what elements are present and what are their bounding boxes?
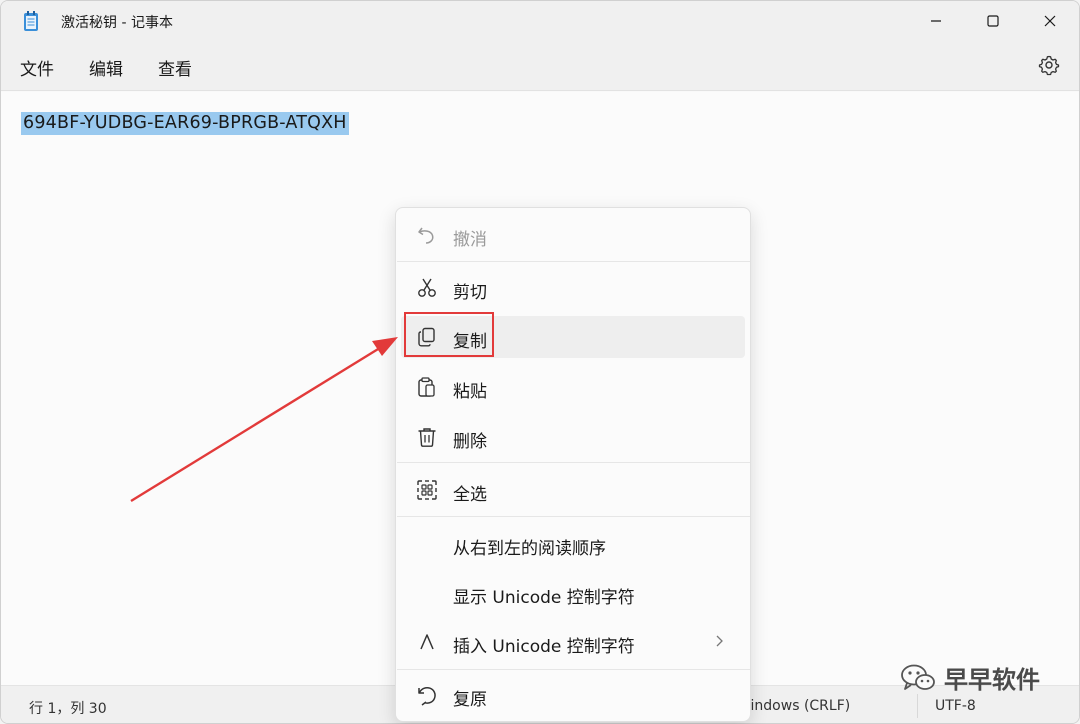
- scissors-icon: [418, 278, 436, 297]
- menu-item-paste[interactable]: 粘贴: [401, 366, 745, 408]
- menu-bar: 文件 编辑 查看: [1, 41, 1079, 91]
- menu-item-rtl-reading[interactable]: 从右到左的阅读顺序: [401, 523, 745, 565]
- menu-item-label: 复制: [453, 332, 487, 352]
- select-all-icon: [417, 480, 437, 500]
- copy-icon: [418, 327, 435, 347]
- gear-icon[interactable]: [1037, 53, 1061, 77]
- wechat-icon: [901, 664, 935, 690]
- context-menu: 撤消 剪切 复制 粘贴 删除 全选 从右到左的阅读顺序 显示 Unicode 控…: [395, 207, 751, 722]
- menu-item-undo[interactable]: 撤消: [401, 214, 745, 256]
- cursor-position: 行 1，列 30: [29, 701, 107, 717]
- encoding: UTF-8: [935, 698, 976, 714]
- line-ending: Windows (CRLF): [737, 698, 851, 714]
- close-button[interactable]: [1021, 1, 1079, 41]
- menu-item-label: 从右到左的阅读顺序: [453, 539, 606, 559]
- caret-up-icon: [420, 634, 434, 650]
- menu-item-label: 显示 Unicode 控制字符: [453, 588, 635, 608]
- menu-divider: [397, 261, 750, 262]
- window-title: 激活秘钥 - 记事本: [61, 15, 173, 31]
- menu-item-copy[interactable]: 复制: [401, 316, 745, 358]
- menu-file[interactable]: 文件: [20, 55, 54, 80]
- menu-item-label: 插入 Unicode 控制字符: [453, 637, 635, 657]
- menu-divider: [397, 669, 750, 670]
- maximize-icon: [987, 15, 999, 27]
- selected-text[interactable]: 694BF-YUDBG-EAR69-BPRGB-ATQXH: [21, 112, 349, 135]
- menu-item-select-all[interactable]: 全选: [401, 469, 745, 511]
- undo-icon: [418, 227, 434, 244]
- menu-item-label: 全选: [453, 485, 487, 505]
- menu-item-reconvert[interactable]: 复原: [401, 674, 745, 716]
- menu-divider: [397, 462, 750, 463]
- watermark: 早早软件: [900, 660, 1040, 695]
- minimize-button[interactable]: [907, 1, 965, 41]
- menu-item-insert-unicode[interactable]: 插入 Unicode 控制字符: [401, 621, 745, 663]
- menu-divider: [397, 516, 750, 517]
- reconvert-icon: [418, 686, 436, 706]
- menu-item-label: 删除: [453, 432, 487, 452]
- maximize-button[interactable]: [964, 1, 1022, 41]
- close-icon: [1044, 15, 1056, 27]
- menu-item-show-unicode[interactable]: 显示 Unicode 控制字符: [401, 572, 745, 614]
- paste-icon: [418, 377, 435, 397]
- title-bar: 激活秘钥 - 记事本: [1, 1, 1079, 41]
- menu-item-cut[interactable]: 剪切: [401, 267, 745, 309]
- menu-view[interactable]: 查看: [158, 55, 192, 80]
- status-divider: [917, 694, 918, 718]
- chevron-right-icon: [716, 635, 723, 647]
- minimize-icon: [931, 20, 941, 22]
- menu-item-label: 复原: [453, 690, 487, 710]
- menu-item-label: 粘贴: [453, 382, 487, 402]
- menu-item-delete[interactable]: 删除: [401, 416, 745, 458]
- menu-edit[interactable]: 编辑: [89, 55, 123, 80]
- trash-icon: [418, 428, 436, 447]
- notepad-app-icon: [24, 11, 38, 31]
- menu-item-label: 剪切: [453, 283, 487, 303]
- watermark-text: 早早软件: [944, 666, 1040, 694]
- menu-item-label: 撤消: [453, 230, 487, 250]
